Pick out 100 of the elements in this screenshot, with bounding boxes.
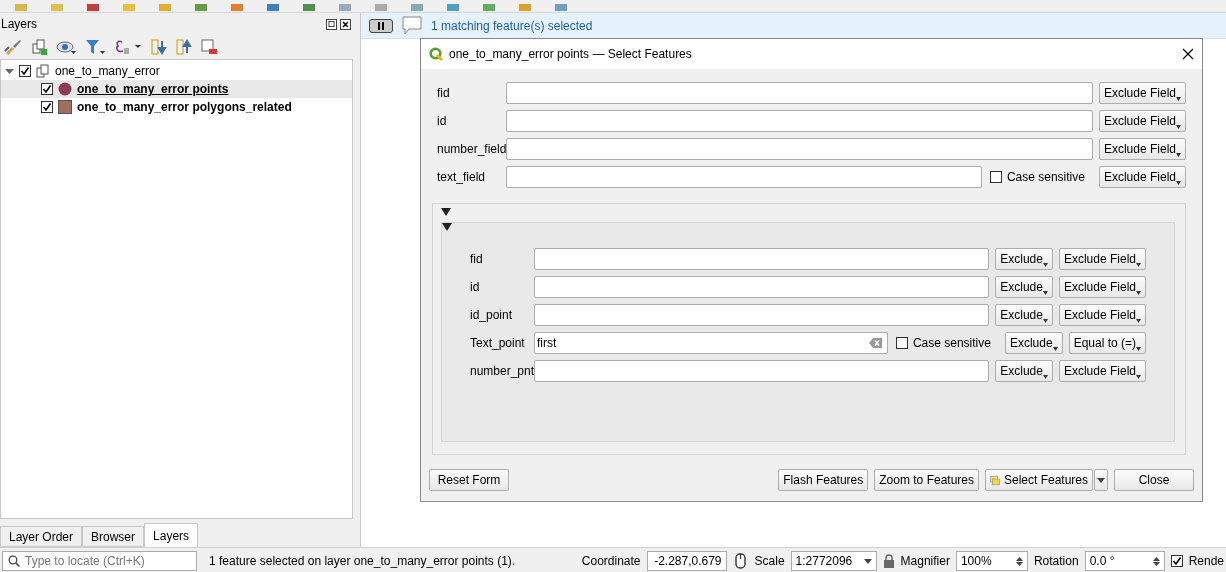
field-input[interactable] <box>506 110 1093 132</box>
case-sensitive-label: Case sensitive <box>1006 170 1085 184</box>
caret-icon <box>1176 181 1181 185</box>
expression-icon[interactable] <box>114 39 142 55</box>
add-group-icon[interactable] <box>31 39 47 55</box>
dropdown-button[interactable]: Exclude Field <box>1058 360 1146 382</box>
toolbar-icon[interactable] <box>302 4 316 12</box>
layer-name: one_to_many_error points <box>77 82 229 96</box>
dropdown-button[interactable]: Exclude <box>995 360 1053 382</box>
magnifier-field[interactable]: 100% <box>955 551 1028 571</box>
layer-row[interactable]: one_to_many_error points <box>1 80 352 98</box>
locate-field[interactable]: Type to locate (Ctrl+K) <box>2 551 197 571</box>
filter-icon[interactable] <box>85 39 105 55</box>
toolbar-icon[interactable] <box>266 4 280 12</box>
dropdown-button[interactable]: Exclude <box>995 304 1053 326</box>
caret-icon <box>1042 375 1048 379</box>
expand-arrow-icon[interactable] <box>5 66 14 76</box>
field-label: id_point <box>470 308 514 322</box>
toolbar-icon[interactable] <box>554 4 568 12</box>
flash-features-button[interactable]: Flash Features <box>778 469 869 491</box>
field-input[interactable] <box>534 276 990 298</box>
speech-bubble-icon <box>401 15 423 36</box>
app-logo-icon <box>429 47 443 61</box>
scale-label: Scale <box>754 554 785 568</box>
dropdown-button[interactable]: Exclude Field <box>1098 82 1186 104</box>
checkbox[interactable] <box>41 83 53 95</box>
field-input[interactable] <box>506 82 1093 104</box>
field-input[interactable] <box>534 304 990 326</box>
close-dialog-button[interactable]: Close <box>1114 469 1194 491</box>
dropdown-button[interactable]: Equal to (=) <box>1068 332 1146 354</box>
pause-button[interactable] <box>369 18 393 33</box>
layer-row[interactable]: one_to_many_error polygons_related <box>1 98 352 116</box>
expand-all-icon[interactable] <box>151 39 167 55</box>
dropdown-button[interactable]: Exclude <box>995 248 1053 270</box>
select-menu-button[interactable] <box>1094 469 1108 491</box>
toolbar-icon[interactable] <box>86 4 100 12</box>
toolbar-icon[interactable] <box>410 4 424 12</box>
mouse-icon[interactable] <box>732 553 749 569</box>
panel-tab[interactable]: Layers <box>144 523 199 547</box>
toolbar-icon[interactable] <box>482 4 496 12</box>
spin-down-icon[interactable] <box>1152 561 1160 566</box>
reset-form-button[interactable]: Reset Form <box>429 469 509 491</box>
field-label: text_field <box>437 170 487 184</box>
dropdown-arrow-icon <box>863 558 872 564</box>
collapse-all-icon[interactable] <box>176 39 192 55</box>
field-label: number_pnt <box>470 364 535 378</box>
close-icon[interactable] <box>340 18 351 30</box>
rotation-field[interactable]: 0.0 ° <box>1084 551 1165 571</box>
spin-up-icon[interactable] <box>1152 556 1160 561</box>
toolbar-icon[interactable] <box>230 4 244 12</box>
scale-field[interactable]: 1:2772096 <box>790 551 877 571</box>
clear-icon[interactable] <box>868 338 882 348</box>
dropdown-button[interactable]: Exclude Field <box>1098 138 1186 160</box>
spin-down-icon[interactable] <box>1015 561 1023 566</box>
caret-icon <box>1052 347 1058 351</box>
caret-icon <box>1136 263 1141 267</box>
checkbox[interactable] <box>989 171 1002 183</box>
group-icon <box>36 64 50 78</box>
select-features-button[interactable]: Select Features <box>985 469 1093 491</box>
field-input[interactable] <box>506 138 1093 160</box>
panel-title: Layers <box>0 17 38 31</box>
coordinate-field[interactable]: -2.287,0.679 <box>646 551 727 571</box>
panel-tab[interactable]: Layer Order <box>0 526 83 547</box>
spin-up-icon[interactable] <box>1015 556 1023 561</box>
checkbox[interactable] <box>41 101 53 113</box>
collapse-arrow-icon[interactable] <box>442 223 452 231</box>
dropdown-button[interactable]: Exclude <box>995 276 1053 298</box>
search-icon <box>8 555 20 567</box>
caret-icon <box>1136 347 1141 351</box>
toolbar-icon[interactable] <box>446 4 460 12</box>
close-button[interactable] <box>1182 48 1194 60</box>
checkbox[interactable] <box>19 65 31 77</box>
dropdown-button[interactable]: Exclude Field <box>1098 110 1186 132</box>
layer-row[interactable]: one_to_many_error <box>1 62 352 80</box>
render-label: Rende <box>1188 554 1224 568</box>
eye-icon[interactable] <box>56 40 76 54</box>
zoom-to-features-button[interactable]: Zoom to Features <box>874 469 979 491</box>
caret-icon <box>1097 477 1105 483</box>
float-icon[interactable] <box>326 18 337 30</box>
field-label: fid <box>470 252 484 266</box>
field-label: number_field <box>437 142 507 156</box>
remove-layer-icon[interactable] <box>201 39 217 55</box>
checkbox[interactable] <box>1170 555 1183 567</box>
paintbrush-icon[interactable] <box>4 39 22 55</box>
caret-icon <box>1136 291 1141 295</box>
dropdown-button[interactable]: Exclude Field <box>1058 276 1146 298</box>
toolbar-icon[interactable] <box>194 4 208 12</box>
panel-tab[interactable]: Browser <box>82 526 145 547</box>
dropdown-button[interactable]: Exclude Field <box>1058 304 1146 326</box>
dropdown-button[interactable]: Exclude <box>1004 332 1063 354</box>
field-input[interactable]: first <box>534 332 888 354</box>
field-input[interactable] <box>534 248 990 270</box>
field-input[interactable] <box>506 166 982 188</box>
lock-icon[interactable] <box>882 554 895 568</box>
field-input[interactable] <box>534 360 990 382</box>
collapse-arrow-icon[interactable] <box>441 208 451 216</box>
magnifier-label: Magnifier <box>900 554 950 568</box>
dropdown-button[interactable]: Exclude Field <box>1098 166 1186 188</box>
dropdown-button[interactable]: Exclude Field <box>1058 248 1146 270</box>
checkbox[interactable] <box>895 337 908 349</box>
